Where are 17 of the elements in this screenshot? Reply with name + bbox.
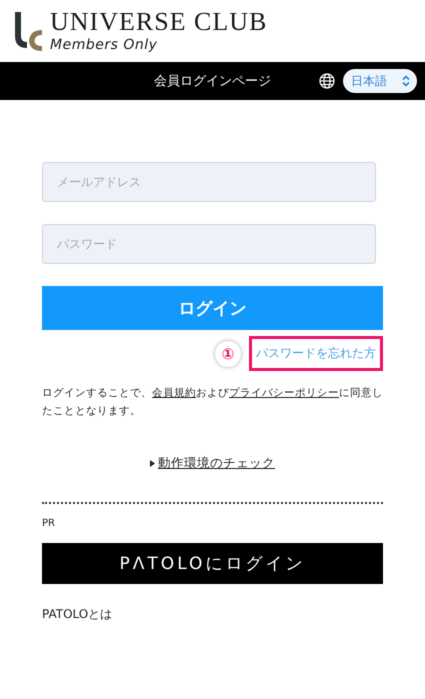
privacy-policy-link[interactable]: プライバシーポリシー — [229, 387, 339, 399]
email-field[interactable]: メールアドレス — [42, 162, 376, 202]
page-title: 会員ログインページ — [154, 73, 271, 90]
step-marker: ① — [215, 340, 241, 366]
terms-link[interactable]: 会員規約 — [152, 387, 196, 399]
password-field[interactable]: パスワード — [42, 224, 376, 264]
language-select[interactable]: 日本語 — [343, 69, 417, 93]
terms-text: ログインすることで、会員規約およびプライバシーポリシー に同意したこととなります。 — [42, 386, 383, 419]
patolo-about-text: PATOLOとは — [42, 606, 114, 623]
patolo-login-button[interactable]: PΛTOLOにログイン — [42, 542, 383, 584]
globe-icon — [319, 73, 335, 89]
caret-icon — [401, 75, 411, 87]
logo-subtitle: Members Only — [50, 37, 158, 53]
triangle-icon — [150, 460, 155, 467]
pr-label: PR — [42, 518, 56, 529]
logo-title: UNIVERSE CLUB — [50, 9, 268, 35]
environment-check-link[interactable]: 動作環境のチェック — [158, 454, 275, 472]
